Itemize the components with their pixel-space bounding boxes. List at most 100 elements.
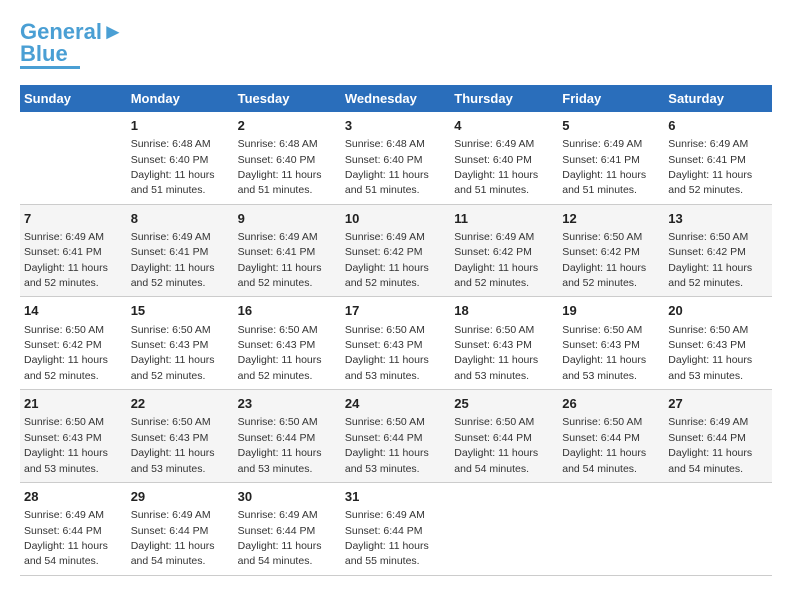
- day-number: 12: [562, 210, 660, 228]
- day-number: 9: [238, 210, 337, 228]
- day-cell: 31Sunrise: 6:49 AM Sunset: 6:44 PM Dayli…: [341, 482, 450, 575]
- day-detail: Sunrise: 6:48 AM Sunset: 6:40 PM Dayligh…: [345, 138, 429, 196]
- day-number: 15: [131, 302, 230, 320]
- day-detail: Sunrise: 6:50 AM Sunset: 6:43 PM Dayligh…: [454, 324, 538, 382]
- day-detail: Sunrise: 6:50 AM Sunset: 6:43 PM Dayligh…: [345, 324, 429, 382]
- day-number: 19: [562, 302, 660, 320]
- week-row-3: 14Sunrise: 6:50 AM Sunset: 6:42 PM Dayli…: [20, 297, 772, 390]
- logo-blue: ►: [102, 19, 124, 44]
- day-detail: Sunrise: 6:49 AM Sunset: 6:44 PM Dayligh…: [24, 509, 108, 567]
- day-number: 4: [454, 117, 554, 135]
- day-number: 7: [24, 210, 123, 228]
- day-cell: 27 Sunrise: 6:49 AM Sunset: 6:44 PM Dayli…: [664, 390, 772, 483]
- day-detail: Sunrise: 6:50 AM Sunset: 6:42 PM Dayligh…: [668, 231, 752, 289]
- day-number: 8: [131, 210, 230, 228]
- week-row-2: 7 Sunrise: 6:49 AM Sunset: 6:41 PM Daylig…: [20, 204, 772, 297]
- day-detail: Sunrise: 6:49 AM Sunset: 6:41 PM Dayligh…: [668, 138, 752, 196]
- day-cell: 2 Sunrise: 6:48 AM Sunset: 6:40 PM Daylig…: [234, 112, 341, 204]
- day-cell: 12 Sunrise: 6:50 AM Sunset: 6:42 PM Dayli…: [558, 204, 664, 297]
- day-cell: 1Sunrise: 6:48 AM Sunset: 6:40 PM Daylig…: [127, 112, 234, 204]
- day-number: 25: [454, 395, 554, 413]
- day-cell: 15Sunrise: 6:50 AM Sunset: 6:43 PM Dayli…: [127, 297, 234, 390]
- day-number: 10: [345, 210, 446, 228]
- day-cell: 8 Sunrise: 6:49 AM Sunset: 6:41 PM Daylig…: [127, 204, 234, 297]
- day-detail: Sunrise: 6:50 AM Sunset: 6:44 PM Dayligh…: [238, 416, 322, 474]
- day-number: 21: [24, 395, 123, 413]
- day-number: 16: [238, 302, 337, 320]
- col-header-saturday: Saturday: [664, 85, 772, 112]
- day-cell: 13 Sunrise: 6:50 AM Sunset: 6:42 PM Dayli…: [664, 204, 772, 297]
- week-row-5: 28 Sunrise: 6:49 AM Sunset: 6:44 PM Dayli…: [20, 482, 772, 575]
- day-number: 2: [238, 117, 337, 135]
- day-detail: Sunrise: 6:49 AM Sunset: 6:44 PM Dayligh…: [668, 416, 752, 474]
- col-header-thursday: Thursday: [450, 85, 558, 112]
- day-cell: [558, 482, 664, 575]
- day-detail: Sunrise: 6:50 AM Sunset: 6:44 PM Dayligh…: [562, 416, 646, 474]
- day-detail: Sunrise: 6:50 AM Sunset: 6:44 PM Dayligh…: [345, 416, 429, 474]
- calendar-header-row: SundayMondayTuesdayWednesdayThursdayFrid…: [20, 85, 772, 112]
- logo-underline: [20, 66, 80, 69]
- day-detail: Sunrise: 6:49 AM Sunset: 6:41 PM Dayligh…: [24, 231, 108, 289]
- day-detail: Sunrise: 6:49 AM Sunset: 6:41 PM Dayligh…: [562, 138, 646, 196]
- day-cell: 9Sunrise: 6:49 AM Sunset: 6:41 PM Daylig…: [234, 204, 341, 297]
- calendar-table: SundayMondayTuesdayWednesdayThursdayFrid…: [20, 85, 772, 576]
- day-detail: Sunrise: 6:49 AM Sunset: 6:44 PM Dayligh…: [131, 509, 215, 567]
- day-detail: Sunrise: 6:50 AM Sunset: 6:43 PM Dayligh…: [131, 416, 215, 474]
- day-detail: Sunrise: 6:50 AM Sunset: 6:43 PM Dayligh…: [24, 416, 108, 474]
- day-detail: Sunrise: 6:49 AM Sunset: 6:41 PM Dayligh…: [131, 231, 215, 289]
- day-cell: 29 Sunrise: 6:49 AM Sunset: 6:44 PM Dayli…: [127, 482, 234, 575]
- day-detail: Sunrise: 6:49 AM Sunset: 6:42 PM Dayligh…: [345, 231, 429, 289]
- day-number: 30: [238, 488, 337, 506]
- day-detail: Sunrise: 6:50 AM Sunset: 6:43 PM Dayligh…: [562, 324, 646, 382]
- day-number: 20: [668, 302, 768, 320]
- day-cell: 20Sunrise: 6:50 AM Sunset: 6:43 PM Dayli…: [664, 297, 772, 390]
- day-cell: 21 Sunrise: 6:50 AM Sunset: 6:43 PM Dayli…: [20, 390, 127, 483]
- day-cell: [20, 112, 127, 204]
- day-detail: Sunrise: 6:48 AM Sunset: 6:40 PM Dayligh…: [131, 138, 215, 196]
- day-cell: 23 Sunrise: 6:50 AM Sunset: 6:44 PM Dayli…: [234, 390, 341, 483]
- day-cell: 14Sunrise: 6:50 AM Sunset: 6:42 PM Dayli…: [20, 297, 127, 390]
- day-cell: 3Sunrise: 6:48 AM Sunset: 6:40 PM Daylig…: [341, 112, 450, 204]
- col-header-wednesday: Wednesday: [341, 85, 450, 112]
- col-header-friday: Friday: [558, 85, 664, 112]
- day-cell: [664, 482, 772, 575]
- day-detail: Sunrise: 6:50 AM Sunset: 6:42 PM Dayligh…: [24, 324, 108, 382]
- day-number: 18: [454, 302, 554, 320]
- logo-word-blue: Blue: [20, 44, 68, 64]
- day-number: 31: [345, 488, 446, 506]
- day-number: 23: [238, 395, 337, 413]
- day-cell: 19 Sunrise: 6:50 AM Sunset: 6:43 PM Dayli…: [558, 297, 664, 390]
- col-header-sunday: Sunday: [20, 85, 127, 112]
- day-detail: Sunrise: 6:50 AM Sunset: 6:42 PM Dayligh…: [562, 231, 646, 289]
- day-cell: 5Sunrise: 6:49 AM Sunset: 6:41 PM Daylig…: [558, 112, 664, 204]
- day-cell: 6 Sunrise: 6:49 AM Sunset: 6:41 PM Daylig…: [664, 112, 772, 204]
- day-cell: 25Sunrise: 6:50 AM Sunset: 6:44 PM Dayli…: [450, 390, 558, 483]
- day-number: 24: [345, 395, 446, 413]
- day-number: 13: [668, 210, 768, 228]
- header: General► Blue: [20, 20, 772, 69]
- day-number: 27: [668, 395, 768, 413]
- day-cell: 26 Sunrise: 6:50 AM Sunset: 6:44 PM Dayli…: [558, 390, 664, 483]
- week-row-4: 21 Sunrise: 6:50 AM Sunset: 6:43 PM Dayli…: [20, 390, 772, 483]
- day-cell: 7 Sunrise: 6:49 AM Sunset: 6:41 PM Daylig…: [20, 204, 127, 297]
- day-cell: 17 Sunrise: 6:50 AM Sunset: 6:43 PM Dayli…: [341, 297, 450, 390]
- day-cell: [450, 482, 558, 575]
- day-detail: Sunrise: 6:48 AM Sunset: 6:40 PM Dayligh…: [238, 138, 322, 196]
- day-cell: 10 Sunrise: 6:49 AM Sunset: 6:42 PM Dayli…: [341, 204, 450, 297]
- day-number: 29: [131, 488, 230, 506]
- day-cell: 4 Sunrise: 6:49 AM Sunset: 6:40 PM Daylig…: [450, 112, 558, 204]
- day-cell: 24 Sunrise: 6:50 AM Sunset: 6:44 PM Dayli…: [341, 390, 450, 483]
- day-cell: 22Sunrise: 6:50 AM Sunset: 6:43 PM Dayli…: [127, 390, 234, 483]
- day-cell: 18 Sunrise: 6:50 AM Sunset: 6:43 PM Dayli…: [450, 297, 558, 390]
- day-cell: 11Sunrise: 6:49 AM Sunset: 6:42 PM Dayli…: [450, 204, 558, 297]
- day-number: 17: [345, 302, 446, 320]
- day-number: 6: [668, 117, 768, 135]
- day-number: 26: [562, 395, 660, 413]
- col-header-tuesday: Tuesday: [234, 85, 341, 112]
- day-detail: Sunrise: 6:49 AM Sunset: 6:40 PM Dayligh…: [454, 138, 538, 196]
- day-number: 28: [24, 488, 123, 506]
- col-header-monday: Monday: [127, 85, 234, 112]
- week-row-1: 1Sunrise: 6:48 AM Sunset: 6:40 PM Daylig…: [20, 112, 772, 204]
- day-cell: 16 Sunrise: 6:50 AM Sunset: 6:43 PM Dayli…: [234, 297, 341, 390]
- day-detail: Sunrise: 6:50 AM Sunset: 6:43 PM Dayligh…: [238, 324, 322, 382]
